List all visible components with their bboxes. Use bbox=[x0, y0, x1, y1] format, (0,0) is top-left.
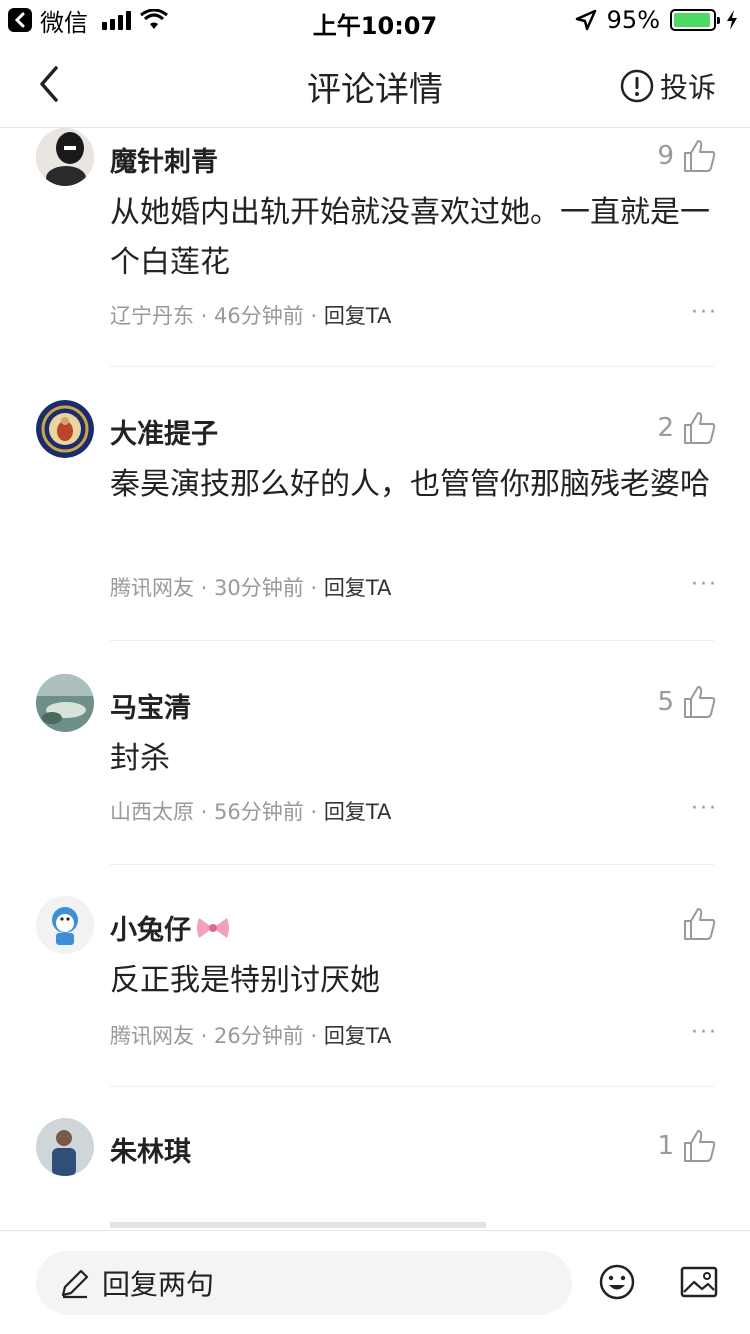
meta-separator: · bbox=[310, 304, 324, 328]
comment-text: 秦昊演技那么好的人，也管管你那脑残老婆哈 bbox=[110, 467, 710, 502]
comment-time: 46分钟前 bbox=[214, 304, 304, 328]
avatar[interactable] bbox=[36, 128, 94, 186]
comment-time: 56分钟前 bbox=[214, 800, 304, 824]
divider bbox=[110, 366, 714, 367]
like-button[interactable]: 5 bbox=[657, 684, 718, 720]
more-options-icon[interactable]: ··· bbox=[691, 796, 718, 821]
image-icon[interactable] bbox=[680, 1265, 718, 1299]
horizontal-scroll-indicator bbox=[110, 1222, 486, 1228]
report-button[interactable]: 投诉 bbox=[620, 66, 716, 106]
reply-link[interactable]: 回复TA bbox=[324, 576, 392, 600]
comment-text: 反正我是特别讨厌她 bbox=[110, 963, 380, 998]
comment-location: 腾讯网友 bbox=[110, 576, 194, 600]
charging-bolt-icon bbox=[727, 10, 737, 30]
username[interactable]: 马宝清 bbox=[110, 686, 191, 725]
like-count: 9 bbox=[657, 141, 674, 171]
comment-meta: 山西太原 · 56分钟前 · 回复TA bbox=[110, 796, 391, 826]
username[interactable]: 小兔仔 bbox=[110, 908, 231, 947]
comment-item: 马宝清 5 封杀 山西太原 · 56分钟前 · 回复TA ··· bbox=[0, 672, 750, 872]
comment-location: 辽宁丹东 bbox=[110, 304, 194, 328]
exclamation-circle-icon bbox=[620, 69, 654, 103]
username[interactable]: 朱林琪 bbox=[110, 1130, 191, 1169]
comment-item: 朱林琪 1 bbox=[0, 1118, 750, 1208]
status-bar: 微信 上午10:07 95% bbox=[0, 0, 750, 40]
like-button[interactable] bbox=[674, 906, 718, 942]
like-button[interactable]: 1 bbox=[657, 1128, 718, 1164]
comment-item: 大准提子 2 秦昊演技那么好的人，也管管你那脑残老婆哈 腾讯网友 · 30分钟前… bbox=[0, 398, 750, 641]
comment-time: 26分钟前 bbox=[214, 1024, 304, 1048]
comment-text: 封杀 bbox=[110, 741, 170, 776]
username[interactable]: 大准提子 bbox=[110, 412, 218, 451]
comment-meta: 腾讯网友 · 30分钟前 · 回复TA bbox=[110, 572, 391, 602]
thumbs-up-icon bbox=[684, 908, 716, 940]
bottom-bar: 回复两句 bbox=[0, 1230, 750, 1334]
reply-link[interactable]: 回复TA bbox=[324, 1024, 392, 1048]
reply-placeholder: 回复两句 bbox=[102, 1268, 215, 1301]
comment-item: 魔针刺青 9 从她婚内出轨开始就没喜欢过她。一直就是一个白莲花 辽宁丹东 · 4… bbox=[0, 128, 750, 368]
like-button[interactable]: 9 bbox=[657, 138, 718, 174]
nav-bar: 评论详情 投诉 bbox=[0, 40, 750, 128]
pencil-icon bbox=[61, 1269, 89, 1299]
battery-fill bbox=[674, 13, 711, 27]
like-count: 2 bbox=[657, 413, 674, 443]
like-count: 1 bbox=[657, 1131, 674, 1161]
reply-input[interactable]: 回复两句 bbox=[36, 1251, 572, 1315]
username-text: 小兔仔 bbox=[110, 915, 191, 946]
comment-meta: 腾讯网友 · 26分钟前 · 回复TA bbox=[110, 1020, 391, 1050]
comment-location: 腾讯网友 bbox=[110, 1024, 194, 1048]
meta-separator: · bbox=[200, 1024, 215, 1048]
reply-link[interactable]: 回复TA bbox=[324, 800, 392, 824]
like-button[interactable]: 2 bbox=[657, 410, 718, 446]
comment-item: 小兔仔 反正我是特别讨厌她 腾讯网友 · 26分钟前 · 回复TA ··· bbox=[0, 894, 750, 1094]
more-options-icon[interactable]: ··· bbox=[691, 300, 718, 325]
avatar[interactable] bbox=[36, 674, 94, 732]
divider bbox=[110, 640, 714, 641]
thumbs-up-icon bbox=[684, 1130, 716, 1162]
comment-text: 从她婚内出轨开始就没喜欢过她。一直就是一个白莲花 bbox=[110, 195, 710, 280]
meta-separator: · bbox=[310, 576, 324, 600]
more-options-icon[interactable]: ··· bbox=[691, 572, 718, 597]
avatar[interactable] bbox=[36, 400, 94, 458]
thumbs-up-icon bbox=[684, 686, 716, 718]
meta-separator: · bbox=[310, 800, 324, 824]
meta-separator: · bbox=[200, 800, 215, 824]
thumbs-up-icon bbox=[684, 140, 716, 172]
status-right: 95% bbox=[575, 6, 738, 34]
comment-meta: 辽宁丹东 · 46分钟前 · 回复TA bbox=[110, 300, 391, 330]
battery-percent: 95% bbox=[606, 6, 660, 34]
avatar[interactable] bbox=[36, 1118, 94, 1176]
divider bbox=[110, 864, 714, 865]
report-label: 投诉 bbox=[659, 71, 716, 104]
reply-link[interactable]: 回复TA bbox=[324, 304, 392, 328]
username[interactable]: 魔针刺青 bbox=[110, 140, 218, 179]
comment-list[interactable]: 魔针刺青 9 从她婚内出轨开始就没喜欢过她。一直就是一个白莲花 辽宁丹东 · 4… bbox=[0, 128, 750, 1228]
meta-separator: · bbox=[310, 1024, 324, 1048]
like-count: 5 bbox=[657, 687, 674, 717]
bow-emoji-icon bbox=[197, 917, 229, 938]
more-options-icon[interactable]: ··· bbox=[691, 1020, 718, 1045]
battery-icon bbox=[670, 9, 720, 31]
location-arrow-icon bbox=[575, 9, 596, 31]
meta-separator: · bbox=[200, 304, 215, 328]
meta-separator: · bbox=[200, 576, 215, 600]
emoji-icon[interactable] bbox=[598, 1263, 636, 1301]
comment-location: 山西太原 bbox=[110, 800, 194, 824]
thumbs-up-icon bbox=[684, 412, 716, 444]
divider bbox=[110, 1086, 714, 1087]
avatar[interactable] bbox=[36, 896, 94, 954]
comment-time: 30分钟前 bbox=[214, 576, 304, 600]
